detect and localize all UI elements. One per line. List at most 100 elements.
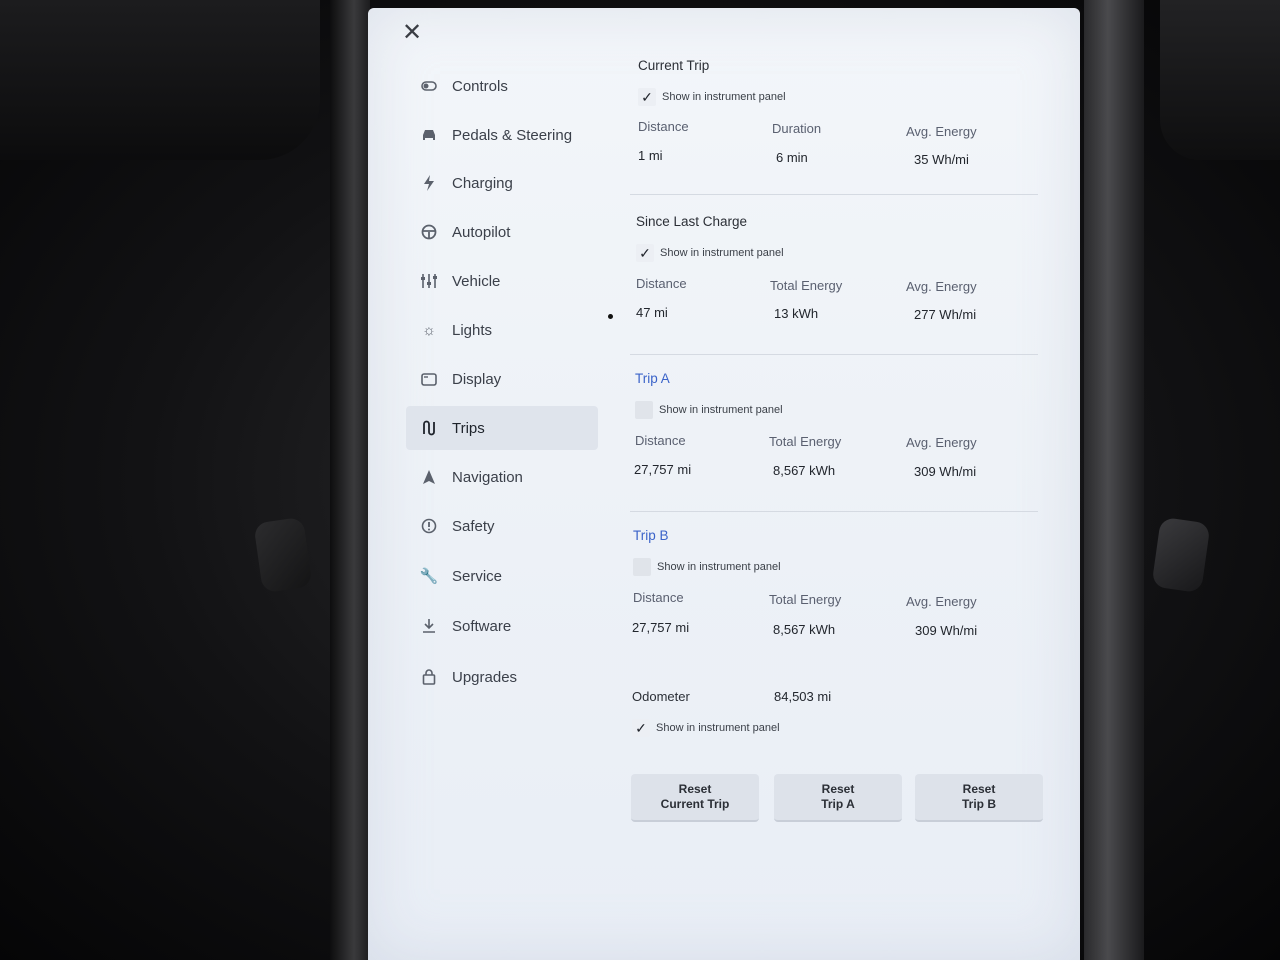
odometer-value: 84,503 mi: [774, 689, 832, 704]
divider: [630, 194, 1038, 195]
alert-circle-icon: [418, 518, 440, 534]
stat-label: Avg. Energy: [906, 124, 977, 139]
stat-label: Total Energy: [769, 592, 842, 607]
sidebar-item-label: Autopilot: [452, 223, 511, 241]
stat-label: Distance: [635, 433, 686, 448]
checkbox-unchecked-icon[interactable]: [633, 558, 651, 576]
sidebar-item-label: Safety: [452, 517, 495, 535]
sidebar-item-lights[interactable]: ☼ Lights: [406, 308, 598, 352]
sidebar-item-label: Lights: [452, 321, 493, 339]
stat-value: 27,757 mi: [634, 462, 692, 477]
checkbox-checked-icon[interactable]: ✓: [638, 88, 656, 106]
stat-label: Total Energy: [769, 434, 842, 449]
button-label-line: Current Trip: [660, 797, 730, 811]
button-label-line: Trip A: [821, 797, 855, 811]
download-icon: [418, 618, 440, 634]
trip-a-title: Trip A: [635, 371, 670, 386]
checkbox-unchecked-icon[interactable]: [635, 401, 653, 419]
display-icon: [418, 372, 440, 386]
stat-label: Duration: [772, 121, 822, 136]
shopping-bag-icon: [418, 669, 440, 685]
sidebar-item-label: Pedals & Steering: [452, 126, 573, 144]
stat-value: 309 Wh/mi: [915, 623, 978, 638]
reset-trip-a-button[interactable]: Reset Trip A: [774, 774, 902, 822]
button-label-line: Reset: [821, 782, 855, 796]
sidebar-item-service[interactable]: 🔧 Service: [406, 554, 598, 598]
odometer-show-toggle[interactable]: ✓ Show in instrument panel: [632, 719, 780, 737]
current-trip-show-toggle[interactable]: ✓ Show in instrument panel: [638, 88, 786, 106]
stat-value: 13 kWh: [774, 306, 819, 321]
screen-bezel-right: [1084, 0, 1144, 960]
touchscreen: ✕ Controls Pedals & Steering Charging Au…: [368, 8, 1080, 960]
sidebar-item-trips[interactable]: Trips: [406, 406, 598, 450]
odometer-label: Odometer: [632, 689, 690, 704]
car-icon: [418, 128, 440, 142]
toggle-icon: [418, 81, 440, 91]
stat-value: 309 Wh/mi: [914, 464, 977, 479]
sidebar-item-upgrades[interactable]: Upgrades: [406, 655, 598, 699]
sidebar-item-display[interactable]: Display: [406, 357, 598, 401]
steering-wheel-icon: [418, 224, 440, 240]
screen-bezel-left: [330, 0, 370, 960]
stat-value: 8,567 kWh: [773, 622, 836, 637]
sidebar-item-label: Vehicle: [452, 272, 501, 290]
button-label-line: Reset: [678, 782, 712, 796]
sidebar-item-pedals-steering[interactable]: Pedals & Steering: [406, 113, 598, 157]
sidebar-item-label: Upgrades: [452, 668, 518, 686]
button-label-line: Trip B: [961, 797, 996, 811]
since-last-charge-show-toggle[interactable]: ✓ Show in instrument panel: [636, 244, 784, 262]
button-label-line: Reset: [962, 782, 996, 796]
trip-a-show-toggle[interactable]: Show in instrument panel: [635, 401, 783, 419]
sidebar-item-software[interactable]: Software: [406, 604, 598, 648]
left-side-control: [253, 516, 313, 594]
reset-trip-b-button[interactable]: Reset Trip B: [915, 774, 1043, 822]
sidebar-item-label: Display: [452, 370, 502, 388]
navigation-arrow-icon: [418, 470, 440, 484]
right-side-control: [1151, 516, 1211, 594]
scroll-indicator-dot: [608, 314, 613, 319]
sidebar-item-charging[interactable]: Charging: [406, 161, 598, 205]
show-in-panel-label: Show in instrument panel: [659, 404, 783, 416]
trips-icon: [418, 420, 440, 436]
sidebar-item-label: Trips: [452, 419, 485, 437]
stat-value: 35 Wh/mi: [914, 152, 969, 167]
stat-value: 1 mi: [638, 148, 663, 163]
trips-panel: Current Trip ✓ Show in instrument panel …: [630, 8, 1050, 960]
right-air-vent: [1160, 0, 1280, 160]
trip-b-show-toggle[interactable]: Show in instrument panel: [633, 558, 781, 576]
sidebar-item-label: Navigation: [452, 468, 523, 486]
sidebar-item-vehicle[interactable]: Vehicle: [406, 259, 598, 303]
divider: [630, 511, 1038, 512]
checkbox-checked-icon[interactable]: ✓: [636, 244, 654, 262]
stat-label: Distance: [638, 119, 689, 134]
stat-label: Distance: [636, 276, 687, 291]
close-icon[interactable]: ✕: [402, 18, 422, 47]
sidebar-item-controls[interactable]: Controls: [406, 64, 598, 108]
sidebar-item-label: Controls: [452, 77, 508, 95]
since-last-charge-title: Since Last Charge: [636, 214, 748, 229]
current-trip-title: Current Trip: [638, 58, 710, 73]
stat-label: Avg. Energy: [906, 279, 977, 294]
stat-label: Avg. Energy: [906, 435, 977, 450]
bolt-icon: [418, 175, 440, 191]
sidebar-item-navigation[interactable]: Navigation: [406, 455, 598, 499]
left-air-vent: [0, 0, 320, 160]
stat-value: 47 mi: [636, 305, 668, 320]
sidebar-item-label: Software: [452, 617, 512, 635]
stat-value: 6 min: [776, 150, 808, 165]
trip-b-title: Trip B: [633, 528, 669, 543]
reset-current-trip-button[interactable]: Reset Current Trip: [631, 774, 759, 822]
stat-value: 27,757 mi: [632, 620, 690, 635]
show-in-panel-label: Show in instrument panel: [656, 722, 780, 734]
checkbox-checked-icon[interactable]: ✓: [632, 719, 650, 737]
stat-value: 277 Wh/mi: [914, 307, 977, 322]
sidebar-item-label: Charging: [452, 174, 513, 192]
divider: [630, 354, 1038, 355]
sidebar-item-autopilot[interactable]: Autopilot: [406, 210, 598, 254]
sidebar-item-safety[interactable]: Safety: [406, 504, 598, 548]
sliders-icon: [418, 273, 440, 289]
sun-icon: ☼: [422, 321, 436, 339]
stat-value: 8,567 kWh: [773, 463, 836, 478]
stat-label: Distance: [633, 590, 684, 605]
show-in-panel-label: Show in instrument panel: [657, 561, 781, 573]
